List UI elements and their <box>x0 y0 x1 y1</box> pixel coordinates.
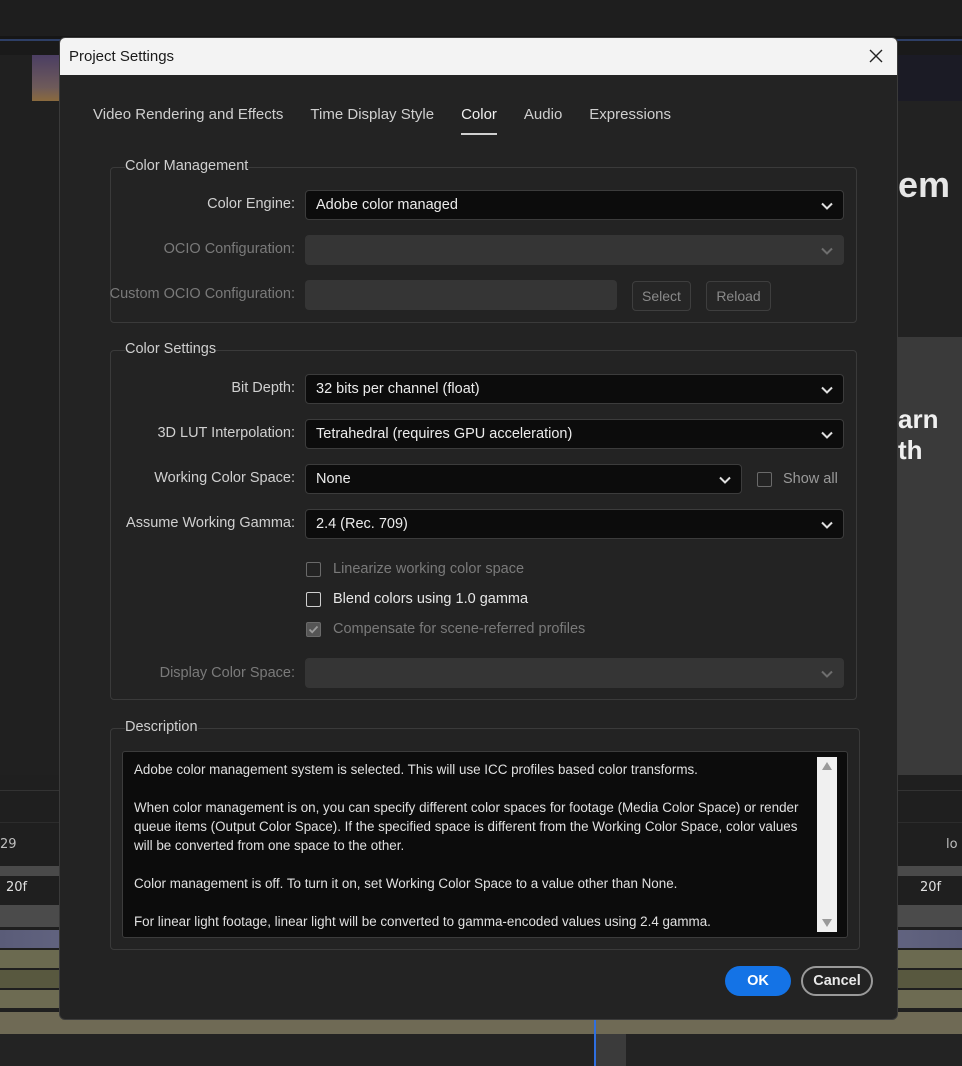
chevron-down-icon <box>821 386 833 394</box>
blend-colors-checkbox[interactable]: Blend colors using 1.0 gamma <box>306 591 528 607</box>
close-icon <box>869 49 883 63</box>
color-management-title: Color Management <box>125 158 249 174</box>
chevron-down-icon <box>821 431 833 439</box>
close-button[interactable] <box>865 45 887 67</box>
compensate-checkbox: Compensate for scene-referred profiles <box>306 621 585 637</box>
bit-depth-label: Bit Depth: <box>231 380 295 396</box>
working-gamma-dropdown[interactable]: 2.4 (Rec. 709) <box>305 509 844 539</box>
chevron-down-icon <box>821 202 833 210</box>
playhead[interactable] <box>594 1020 596 1066</box>
ocio-config-dropdown <box>305 235 844 265</box>
viewer-text-mid: arn th <box>898 404 939 465</box>
show-all-checkbox: Show all <box>757 471 838 487</box>
show-all-box <box>757 471 772 487</box>
blend-colors-box[interactable] <box>306 591 321 607</box>
working-color-space-value: None <box>316 471 351 487</box>
tab-color[interactable]: Color <box>461 106 497 135</box>
ruler-label-left: 20f <box>6 880 28 895</box>
viewer-right-light <box>898 337 962 775</box>
description-title: Description <box>125 719 198 735</box>
description-scrollbar[interactable] <box>817 757 837 932</box>
checkmark-icon <box>308 625 319 633</box>
tab-audio[interactable]: Audio <box>524 106 562 130</box>
tab-video-rendering[interactable]: Video Rendering and Effects <box>93 106 283 130</box>
timeline-right-text: lo <box>946 837 958 852</box>
description-paragraph: For linear light footage, linear light w… <box>134 914 711 929</box>
scroll-up-arrow-icon[interactable] <box>822 762 832 770</box>
viewer-text-top: em <box>898 164 951 205</box>
description-paragraph: When color management is on, you can spe… <box>134 800 799 853</box>
display-color-space-label: Display Color Space: <box>159 665 295 681</box>
compensate-box <box>306 621 321 637</box>
tab-time-display[interactable]: Time Display Style <box>310 106 434 130</box>
description-text-area[interactable]: Adobe color management system is selecte… <box>122 751 848 938</box>
tab-expressions[interactable]: Expressions <box>589 106 671 130</box>
chevron-down-icon <box>821 521 833 529</box>
color-engine-value: Adobe color managed <box>316 197 458 213</box>
description-paragraph: Adobe color management system is selecte… <box>134 762 698 777</box>
ruler-label-right: 20f <box>920 880 942 895</box>
working-gamma-value: 2.4 (Rec. 709) <box>316 516 408 532</box>
ocio-config-label: OCIO Configuration: <box>163 241 295 257</box>
color-engine-label: Color Engine: <box>207 196 295 212</box>
scroll-down-arrow-icon[interactable] <box>822 919 832 927</box>
dialog-titlebar: Project Settings <box>60 38 897 75</box>
lut-interpolation-label: 3D LUT Interpolation: <box>157 425 295 441</box>
blend-colors-label: Blend colors using 1.0 gamma <box>333 591 529 607</box>
chevron-down-icon <box>821 670 833 678</box>
reload-button: Reload <box>706 281 771 311</box>
description-paragraph: Color management is off. To turn it on, … <box>134 876 678 891</box>
timeline-bottom <box>0 1034 962 1066</box>
display-color-space-dropdown <box>305 658 844 688</box>
working-color-space-dropdown[interactable]: None <box>305 464 742 494</box>
bit-depth-value: 32 bits per channel (float) <box>316 381 480 397</box>
cancel-button[interactable]: Cancel <box>801 966 873 996</box>
app-top-bar <box>0 0 962 36</box>
custom-ocio-field <box>305 280 617 310</box>
show-all-label: Show all <box>783 471 838 487</box>
lut-interpolation-value: Tetrahedral (requires GPU acceleration) <box>316 426 573 442</box>
viewer-right-dark <box>898 101 962 337</box>
project-settings-dialog: Project Settings Video Rendering and Eff… <box>59 37 898 1020</box>
linearize-box <box>306 561 321 577</box>
dialog-title: Project Settings <box>69 48 175 65</box>
lut-interpolation-dropdown[interactable]: Tetrahedral (requires GPU acceleration) <box>305 419 844 449</box>
chevron-down-icon <box>719 476 731 484</box>
color-engine-dropdown[interactable]: Adobe color managed <box>305 190 844 220</box>
timeline-frame-number: 29 <box>0 837 17 852</box>
compensate-label: Compensate for scene-referred profiles <box>333 621 586 637</box>
footage-thumbnail <box>32 55 62 101</box>
linearize-label: Linearize working color space <box>333 561 525 577</box>
ok-button[interactable]: OK <box>725 966 791 996</box>
select-button: Select <box>632 281 691 311</box>
working-color-space-label: Working Color Space: <box>154 470 295 486</box>
color-settings-title: Color Settings <box>125 341 217 357</box>
chevron-down-icon <box>821 247 833 255</box>
timeline-work-area <box>596 1034 626 1066</box>
viewer-right-top <box>898 55 962 101</box>
linearize-checkbox: Linearize working color space <box>306 561 524 577</box>
bit-depth-dropdown[interactable]: 32 bits per channel (float) <box>305 374 844 404</box>
custom-ocio-label: Custom OCIO Configuration: <box>109 286 295 302</box>
working-gamma-label: Assume Working Gamma: <box>126 515 295 531</box>
settings-tabs: Video Rendering and Effects Time Display… <box>93 106 671 135</box>
